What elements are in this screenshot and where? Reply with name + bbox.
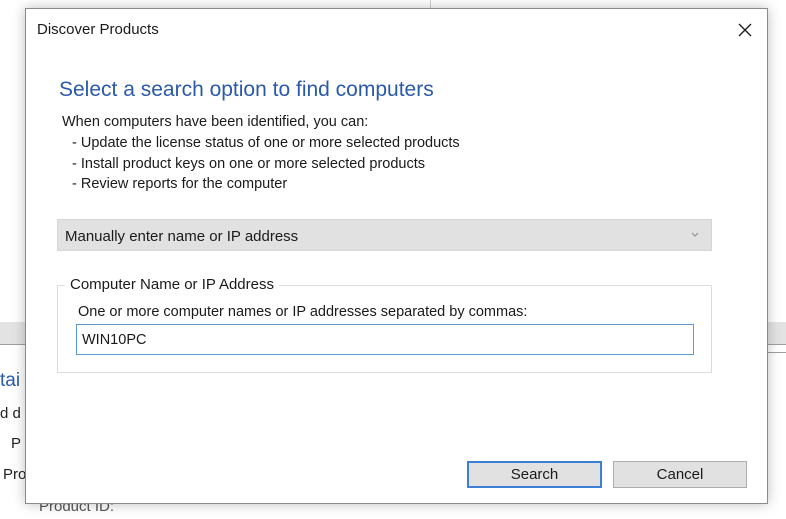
list-item: - Update the license status of one or mo…: [72, 135, 460, 151]
dialog-title: Discover Products: [37, 21, 159, 38]
search-button[interactable]: Search: [467, 461, 602, 488]
chevron-down-icon: [691, 232, 699, 237]
search-option-dropdown[interactable]: Manually enter name or IP address: [57, 219, 712, 251]
background-label-3: Pro: [3, 466, 27, 483]
discover-products-dialog: Discover Products Select a search option…: [25, 8, 768, 504]
background-divider: [430, 0, 431, 8]
background-label-1: d d: [0, 405, 21, 422]
dialog-titlebar[interactable]: Discover Products: [26, 9, 767, 49]
cancel-button[interactable]: Cancel: [613, 461, 747, 488]
background-label-2: P: [11, 435, 22, 452]
list-item: - Install product keys on one or more se…: [72, 155, 426, 172]
group-legend: Computer Name or IP Address: [65, 276, 279, 293]
computer-names-input[interactable]: [76, 324, 694, 355]
list-item: - Review reports for the computer: [72, 176, 288, 192]
close-icon: [738, 23, 752, 37]
computer-names-label: One or more computer names or IP address…: [78, 304, 528, 320]
background-section-title: tai: [0, 370, 21, 391]
dialog-heading: Select a search option to find computers: [59, 78, 434, 101]
search-option-selected: Manually enter name or IP address: [65, 228, 299, 245]
capability-list: - Update the license status of one or mo…: [72, 133, 460, 195]
dialog-intro-text: When computers have been identified, you…: [62, 114, 369, 130]
close-button[interactable]: [729, 15, 761, 45]
